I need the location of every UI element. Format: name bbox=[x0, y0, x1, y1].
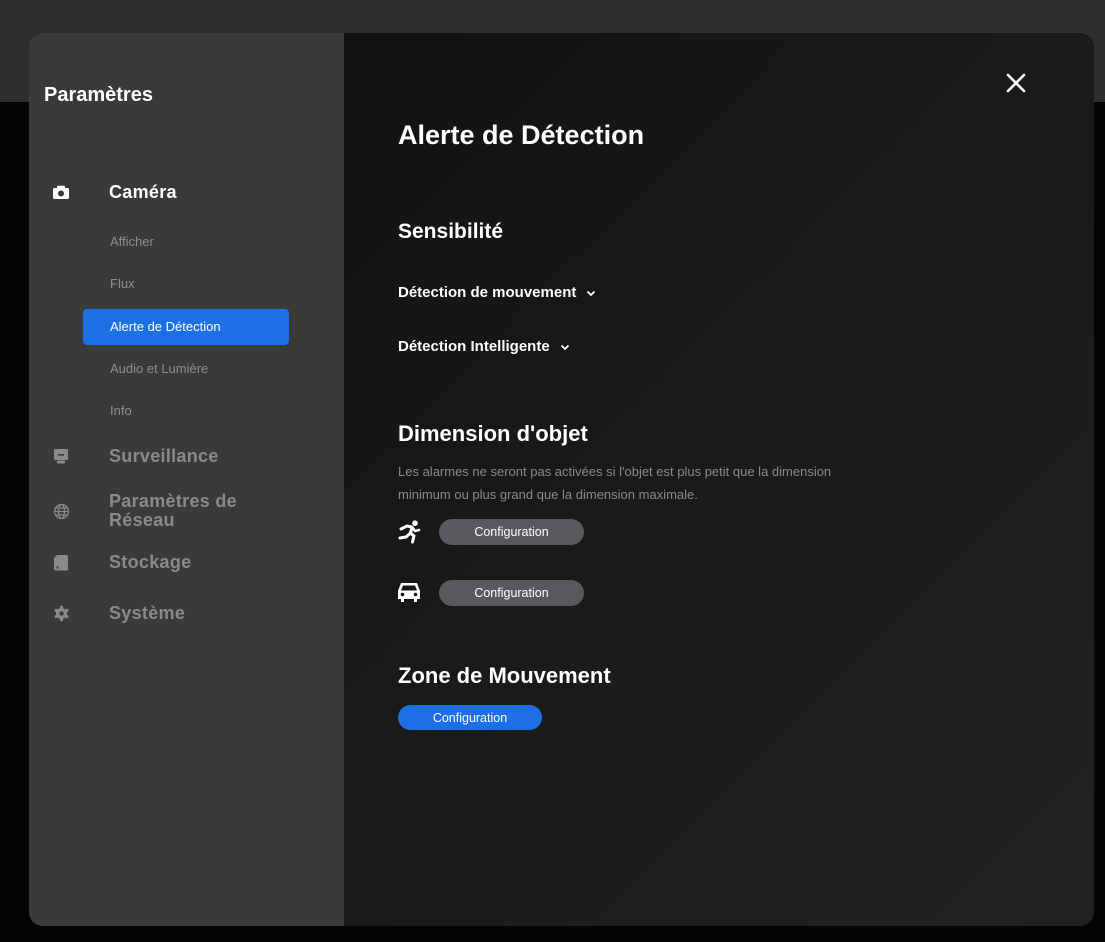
motion-zone-heading: Zone de Mouvement bbox=[398, 663, 611, 688]
sidebar-item-label: Caméra bbox=[109, 182, 177, 202]
sidebar-item-camera[interactable]: Caméra bbox=[52, 183, 177, 202]
sidebar-subitem-audio-light[interactable]: Audio et Lumière bbox=[83, 351, 289, 387]
object-size-heading: Dimension d'objet bbox=[398, 421, 588, 446]
smart-detection-dropdown[interactable]: Détection Intelligente bbox=[398, 338, 570, 355]
running-person-icon bbox=[396, 520, 424, 544]
sidebar-title: Paramètres bbox=[44, 84, 153, 106]
object-size-description: Les alarmes ne seront pas activées si l'… bbox=[398, 464, 832, 502]
vehicle-size-config-button[interactable]: Configuration bbox=[439, 580, 584, 606]
sidebar-subitem-detection-alert[interactable]: Alerte de Détection bbox=[83, 309, 289, 345]
sidebar-item-label: Paramètres de Réseau bbox=[109, 492, 237, 530]
car-icon bbox=[396, 580, 424, 604]
chevron-down-icon bbox=[587, 290, 596, 296]
person-size-config-button[interactable]: Configuration bbox=[439, 519, 584, 545]
page-title: Alerte de Détection bbox=[398, 120, 645, 150]
close-button[interactable] bbox=[1004, 71, 1028, 95]
camera-icon bbox=[52, 184, 70, 202]
sidebar-item-network[interactable]: Paramètres de Réseau bbox=[52, 492, 237, 530]
sidebar-subitem-display[interactable]: Afficher bbox=[83, 224, 289, 260]
monitor-icon bbox=[52, 448, 70, 466]
sensitivity-heading: Sensibilité bbox=[398, 220, 504, 243]
gear-icon bbox=[52, 605, 70, 623]
chevron-down-icon bbox=[560, 344, 569, 350]
globe-icon bbox=[52, 502, 70, 520]
sidebar bbox=[29, 33, 344, 926]
sidebar-item-label: Surveillance bbox=[109, 446, 219, 466]
sidebar-item-label: Système bbox=[109, 603, 186, 623]
motion-detection-label: Détection de mouvement bbox=[398, 284, 577, 301]
sidebar-item-storage[interactable]: Stockage bbox=[52, 553, 191, 572]
sidebar-subitem-info[interactable]: Info bbox=[83, 393, 289, 429]
sidebar-item-system[interactable]: Système bbox=[52, 604, 185, 623]
sidebar-item-label: Stockage bbox=[109, 552, 192, 572]
sidebar-item-label-line2: Réseau bbox=[109, 510, 175, 530]
close-icon bbox=[1006, 73, 1026, 93]
sidebar-item-label-line1: Paramètres de bbox=[109, 491, 237, 511]
smart-detection-label: Détection Intelligente bbox=[398, 338, 550, 355]
sidebar-item-surveillance[interactable]: Surveillance bbox=[52, 447, 219, 466]
motion-zone-config-button[interactable]: Configuration bbox=[398, 705, 542, 730]
sidebar-subitem-stream[interactable]: Flux bbox=[83, 266, 289, 302]
storage-icon bbox=[52, 554, 70, 572]
motion-detection-dropdown[interactable]: Détection de mouvement bbox=[398, 284, 596, 301]
